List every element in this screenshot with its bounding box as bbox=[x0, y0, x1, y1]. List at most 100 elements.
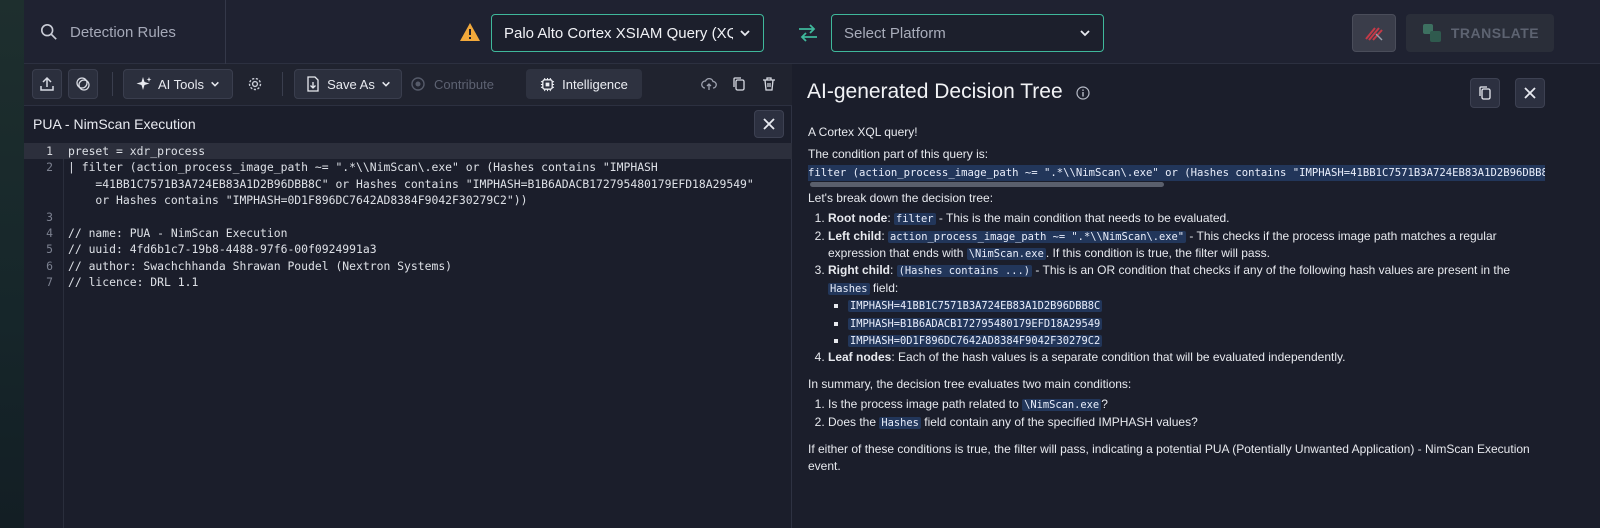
decision-tree-content: A Cortex XQL query! The condition part o… bbox=[808, 124, 1548, 480]
left-child-label: Left child bbox=[828, 228, 882, 243]
source-platform-select[interactable]: Palo Alto Cortex XSIAM Query (XQL) bbox=[491, 14, 764, 52]
ai-tools-label: AI Tools bbox=[157, 76, 204, 92]
root-node-label: Root node bbox=[828, 211, 888, 226]
ai-tools-button[interactable]: AI Tools bbox=[123, 69, 233, 99]
line-number: 5 bbox=[46, 242, 53, 257]
close-icon bbox=[1524, 87, 1536, 99]
cloud-upload-icon bbox=[701, 77, 717, 90]
summary-label: In summary, the decision tree evaluates … bbox=[808, 376, 1132, 391]
close-tree-button[interactable] bbox=[1515, 78, 1545, 108]
close-icon bbox=[763, 118, 775, 130]
upload-icon bbox=[40, 76, 54, 91]
upload-button[interactable] bbox=[32, 69, 62, 99]
decision-tree-pane: AI-generated Decision Tree A Cortex XQL … bbox=[793, 64, 1600, 528]
intelligence-label: Intelligence bbox=[562, 76, 628, 92]
rule-editor-pane: AI Tools Save As Contribute Intelligence bbox=[24, 64, 792, 528]
inline-code: action_process_image_path ~= ".*\\NimSca… bbox=[888, 230, 1187, 243]
decision-tree-title: AI-generated Decision Tree bbox=[807, 80, 1063, 103]
right-child-text: field: bbox=[869, 280, 899, 295]
hash-item: IMPHASH=B1B6ADACB172795480179EFD18A29549 bbox=[848, 315, 1548, 332]
line-number: 3 bbox=[46, 209, 53, 224]
intro-text: A Cortex XQL query! bbox=[808, 125, 918, 139]
code-line: // author: Swachchhanda Shrawan Poudel (… bbox=[68, 258, 453, 273]
inline-code: \NimScan.exe bbox=[966, 248, 1046, 261]
summary-text: Is the process image path related to bbox=[828, 397, 1023, 412]
code-line-wrapped: or Hashes contains "IMPHASH=0D1F896DC764… bbox=[68, 193, 528, 208]
striped-flag-icon bbox=[1365, 27, 1383, 41]
chevron-down-icon bbox=[381, 81, 390, 87]
line-number: 2 bbox=[46, 160, 53, 175]
rule-title: PUA - NimScan Execution bbox=[33, 116, 196, 132]
cloud-upload-button[interactable] bbox=[696, 69, 722, 99]
warning-icon bbox=[460, 23, 480, 41]
copy-tree-button[interactable] bbox=[1470, 78, 1500, 108]
left-child-item: Left child: action_process_image_path ~=… bbox=[828, 228, 1548, 263]
search-input[interactable] bbox=[70, 23, 200, 41]
code-line: // name: PUA - NimScan Execution bbox=[68, 226, 288, 240]
hash-code: IMPHASH=B1B6ADACB172795480179EFD18A29549 bbox=[848, 317, 1103, 330]
editor-toolbar: AI Tools Save As Contribute Intelligence bbox=[24, 64, 792, 106]
summary-item: Is the process image path related to \Ni… bbox=[828, 396, 1548, 413]
hash-list: IMPHASH=41BB1C7571B3A724EB83A1D2B96DBB8C… bbox=[848, 297, 1548, 349]
swap-arrows-icon[interactable] bbox=[796, 22, 820, 44]
toolbar-divider bbox=[112, 72, 113, 96]
hash-item: IMPHASH=0D1F896DC7642AD8384F9042F30279C2 bbox=[848, 332, 1548, 349]
contribute-button[interactable]: Contribute bbox=[410, 69, 522, 99]
save-as-label: Save As bbox=[327, 76, 375, 92]
hash-code: IMPHASH=41BB1C7571B3A724EB83A1D2B96DBB8C bbox=[848, 300, 1103, 313]
code-line-wrapped: =41BB1C7571B3A724EB83A1D2B96DBB8C" or Ha… bbox=[68, 176, 754, 191]
summary-text: Does the bbox=[828, 414, 880, 429]
save-as-button[interactable]: Save As bbox=[294, 69, 402, 99]
breakdown-label: Let's break down the decision tree: bbox=[808, 190, 994, 205]
summary-item: Does the Hashes field contain any of the… bbox=[828, 414, 1548, 431]
right-child-label: Right child bbox=[828, 263, 890, 278]
toolbar-divider bbox=[282, 72, 283, 96]
contribute-label: Contribute bbox=[434, 76, 494, 92]
target-platform-select[interactable]: Select Platform bbox=[831, 14, 1104, 52]
copy-button[interactable] bbox=[726, 69, 752, 99]
intelligence-button[interactable]: Intelligence bbox=[526, 69, 642, 99]
trash-icon bbox=[763, 77, 775, 91]
code-editor[interactable]: 1 2 3 4 5 6 7 preset = xdr_process | fil… bbox=[24, 143, 792, 528]
conclusion-text: If either of these conditions is true, t… bbox=[808, 442, 1530, 473]
summary-text: ? bbox=[1101, 397, 1108, 412]
right-child-item: Right child: (Hashes contains ...) - Thi… bbox=[828, 262, 1548, 349]
left-child-text: . If this condition is true, the filter … bbox=[1045, 246, 1270, 261]
chevron-down-icon bbox=[211, 81, 219, 87]
leaf-nodes-item: Leaf nodes: Each of the hash values is a… bbox=[828, 349, 1548, 365]
sparkle-icon bbox=[136, 77, 152, 90]
copy-stack-icon bbox=[76, 77, 90, 91]
code-line: // uuid: 4fd6b1c7-19b8-4488-97f6-00f0924… bbox=[68, 242, 377, 257]
inline-code: (Hashes contains ...) bbox=[896, 265, 1033, 278]
close-rule-button[interactable] bbox=[754, 110, 784, 138]
layers-button[interactable] bbox=[68, 69, 98, 99]
chevron-down-icon bbox=[1080, 30, 1090, 37]
horizontal-scrollbar[interactable] bbox=[810, 181, 1164, 187]
left-background-strip bbox=[0, 0, 24, 528]
tree-node-list: Root node: filter - This is the main con… bbox=[828, 210, 1548, 366]
target-platform-placeholder: Select Platform bbox=[844, 24, 946, 42]
inline-code: Hashes bbox=[879, 416, 921, 429]
leaf-nodes-text: : Each of the hash values is a separate … bbox=[891, 350, 1346, 365]
top-bar: Palo Alto Cortex XSIAM Query (XQL) Selec… bbox=[24, 0, 1600, 64]
leaf-nodes-label: Leaf nodes bbox=[828, 350, 892, 365]
translate-label: TRANSLATE bbox=[1450, 25, 1540, 41]
contribute-icon bbox=[411, 77, 425, 91]
translate-icon bbox=[1422, 24, 1441, 42]
platform-flag-button[interactable] bbox=[1352, 14, 1396, 52]
hash-item: IMPHASH=41BB1C7571B3A724EB83A1D2B96DBB8C bbox=[848, 297, 1548, 314]
source-platform-value: Palo Alto Cortex XSIAM Query (XQL) bbox=[504, 24, 733, 42]
delete-button[interactable] bbox=[756, 69, 782, 99]
root-node-item: Root node: filter - This is the main con… bbox=[828, 210, 1548, 227]
translate-button[interactable]: TRANSLATE bbox=[1406, 14, 1554, 52]
line-number: 4 bbox=[46, 226, 53, 240]
summary-list: Is the process image path related to \Ni… bbox=[828, 396, 1548, 431]
inline-code: Hashes bbox=[828, 282, 870, 295]
hash-code: IMPHASH=0D1F896DC7642AD8384F9042F30279C2 bbox=[848, 335, 1103, 348]
line-number-gutter: 1 2 3 4 5 6 7 bbox=[24, 143, 64, 528]
search-box[interactable] bbox=[24, 0, 226, 64]
info-icon[interactable] bbox=[1076, 86, 1090, 100]
code-line: | filter (action_process_image_path ~= "… bbox=[68, 160, 658, 175]
settings-button[interactable] bbox=[242, 69, 268, 99]
chevron-down-icon bbox=[740, 30, 750, 37]
